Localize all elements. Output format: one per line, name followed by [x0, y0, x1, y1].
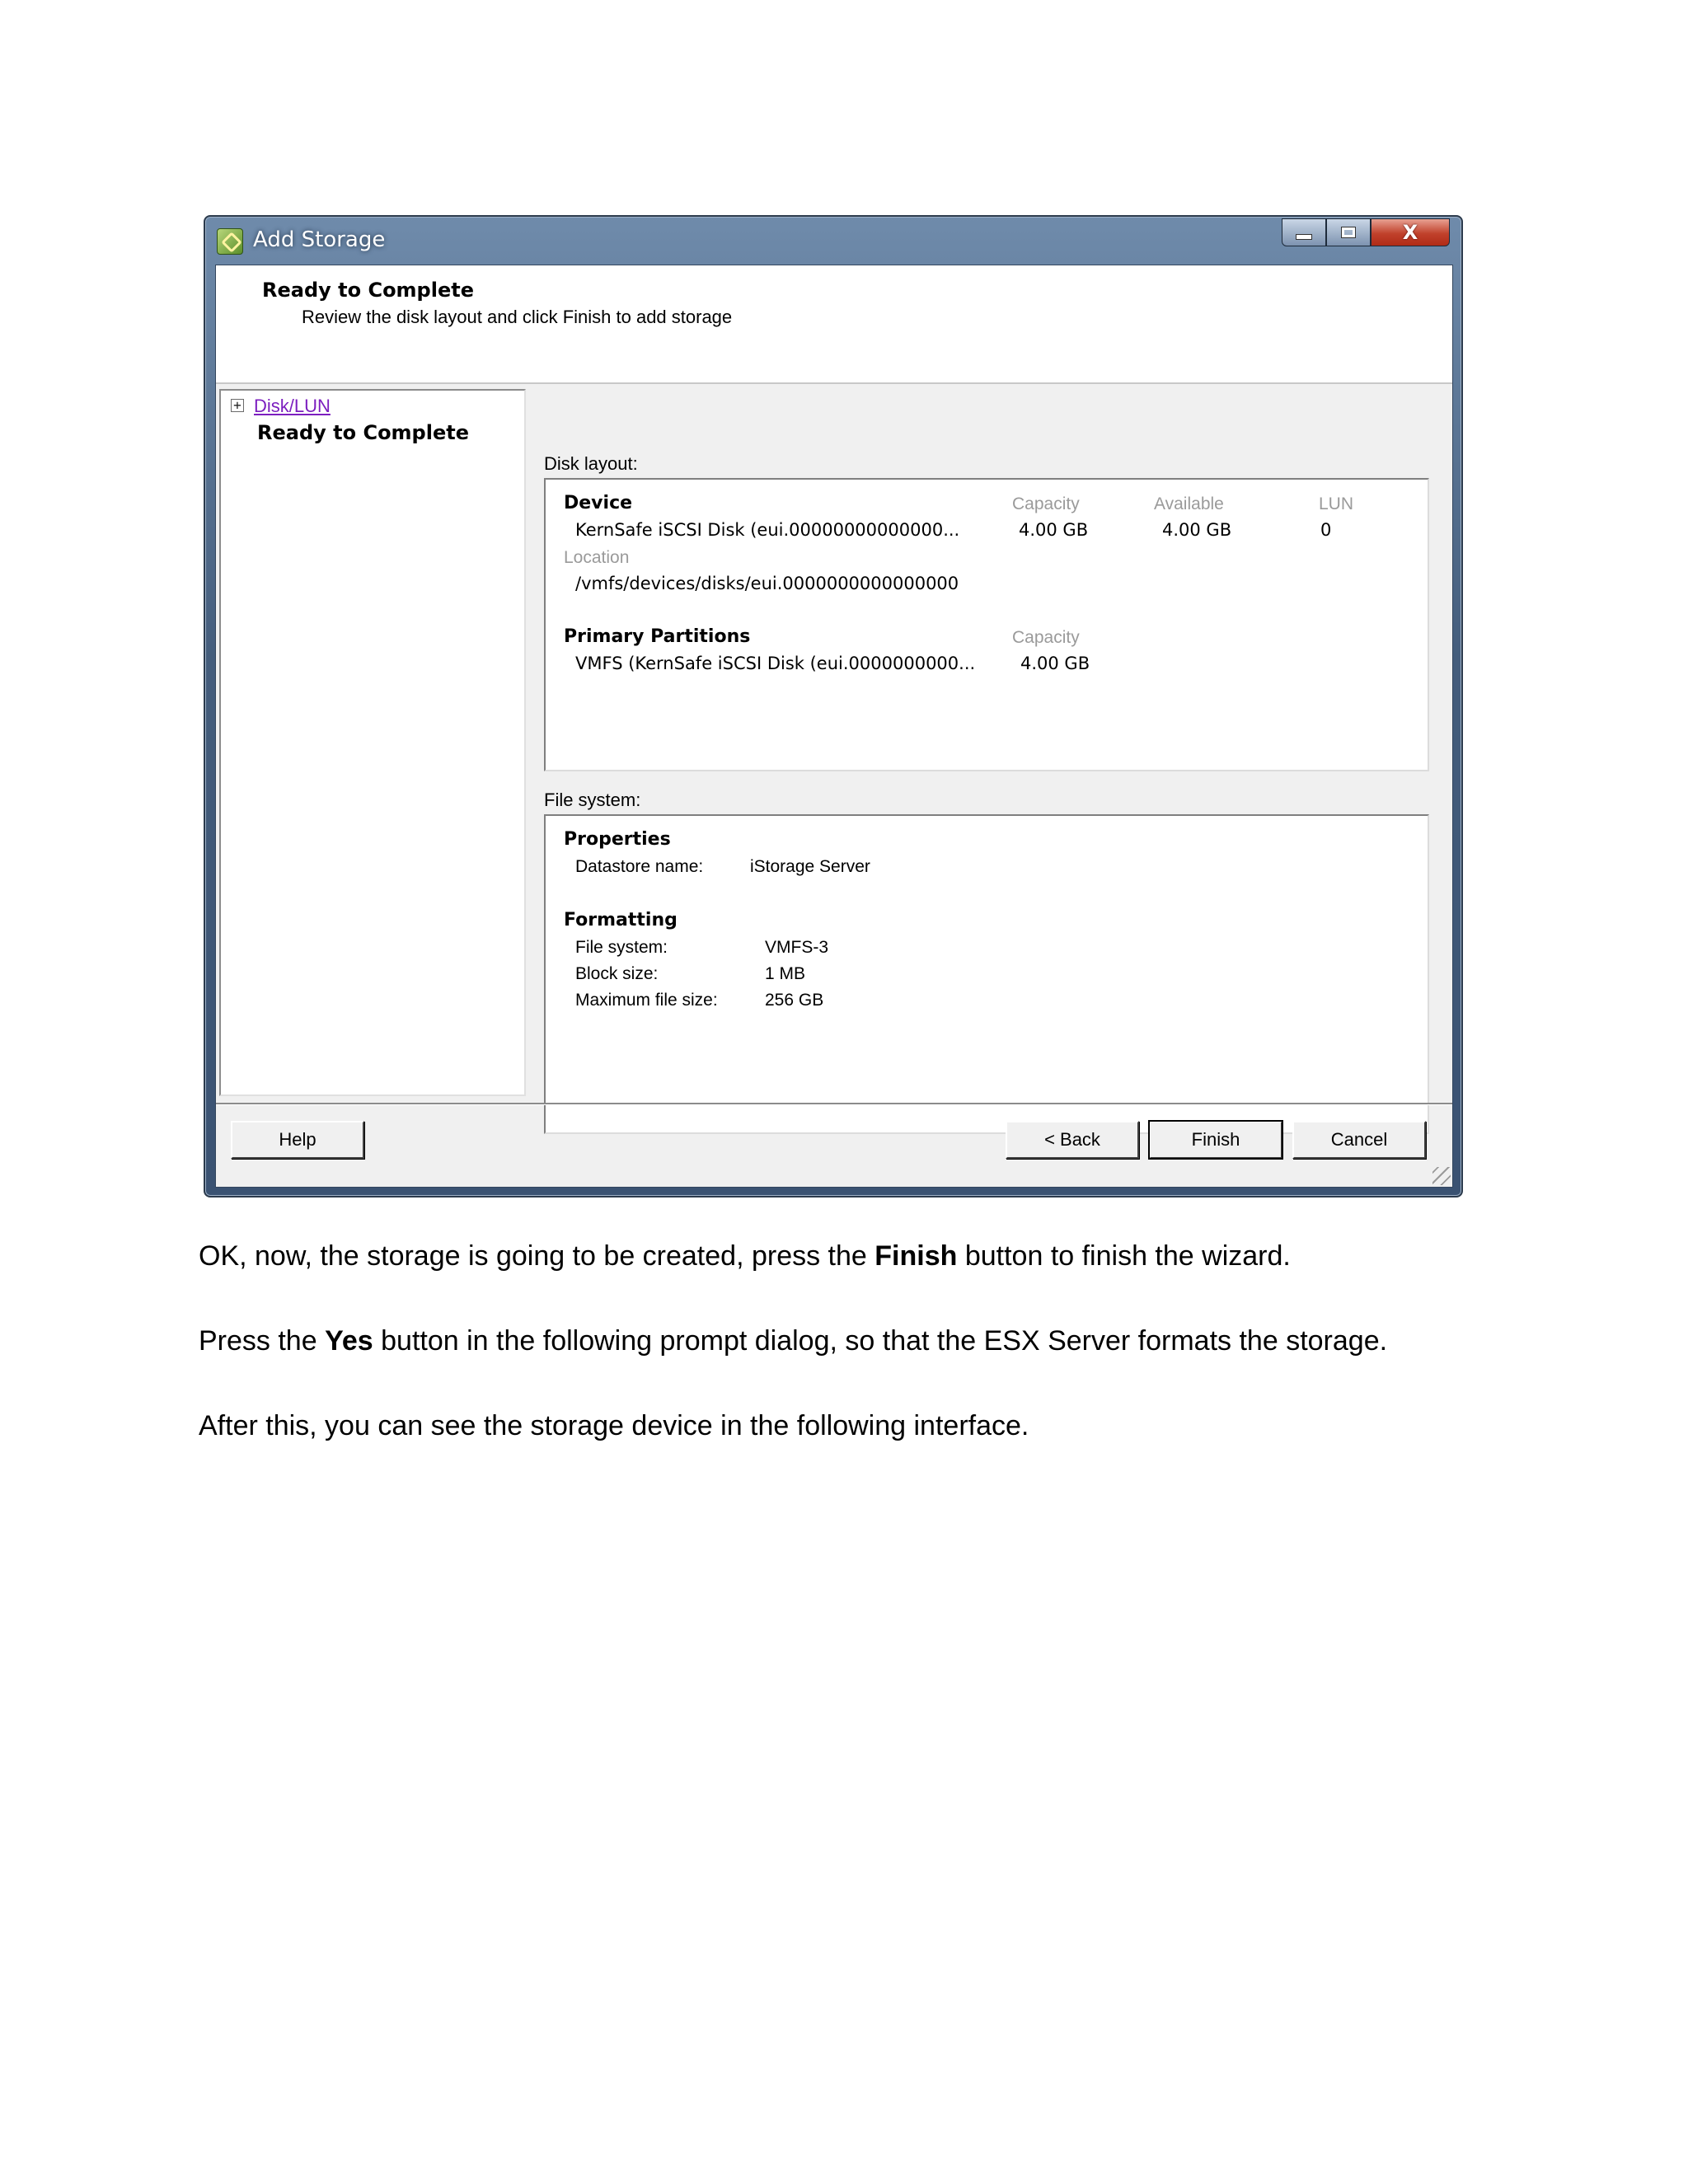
wizard-header: Ready to Complete Review the disk layout…	[216, 265, 1452, 384]
window-title: Add Storage	[253, 227, 386, 252]
wizard-step-nav: + Disk/LUN Ready to Complete	[219, 389, 526, 1096]
properties-heading: Properties	[564, 829, 671, 850]
lun-heading: LUN	[1319, 494, 1354, 513]
cancel-button[interactable]: Cancel	[1292, 1121, 1426, 1159]
partition-capacity-heading: Capacity	[1012, 628, 1080, 647]
device-heading: Device	[564, 493, 633, 513]
capacity-heading: Capacity	[1012, 494, 1080, 513]
disk-layout-box: Device Capacity Available LUN KernSafe i…	[544, 478, 1429, 771]
device-name: KernSafe iSCSI Disk (eui.00000000000000.…	[575, 520, 960, 540]
datastore-name-label: Datastore name:	[575, 857, 704, 876]
location-heading: Location	[564, 548, 630, 567]
device-capacity: 4.00 GB	[1019, 520, 1089, 540]
paragraph-after-this: After this, you can see the storage devi…	[199, 1410, 1029, 1441]
primary-partitions-heading: Primary Partitions	[564, 626, 751, 647]
add-storage-dialog: Add Storage X Ready to Complete Review t…	[204, 215, 1463, 1197]
partition-capacity: 4.00 GB	[1020, 654, 1090, 673]
back-button[interactable]: < Back	[1006, 1121, 1139, 1159]
footer-divider	[216, 1103, 1452, 1105]
block-size-label: Block size:	[575, 964, 659, 983]
max-file-size-label: Maximum file size:	[575, 991, 718, 1010]
maximize-icon	[1341, 227, 1356, 238]
datastore-name-value: iStorage Server	[750, 857, 870, 876]
device-available: 4.00 GB	[1162, 520, 1232, 540]
disk-layout-label: Disk layout:	[544, 453, 638, 474]
yes-bold-text: Yes	[325, 1325, 373, 1357]
partition-name: VMFS (KernSafe iSCSI Disk (eui.000000000…	[575, 654, 976, 673]
maximize-button[interactable]	[1326, 218, 1371, 246]
dialog-client-area: Ready to Complete Review the disk layout…	[215, 265, 1453, 1188]
file-system-label: File system:	[544, 790, 641, 810]
finish-button[interactable]: Finish	[1148, 1120, 1283, 1160]
close-icon: X	[1402, 221, 1418, 244]
nav-step-ready-to-complete: Ready to Complete	[257, 421, 469, 444]
minimize-icon	[1296, 233, 1312, 240]
available-heading: Available	[1154, 494, 1224, 513]
expand-plus-icon[interactable]: +	[231, 399, 244, 412]
step-subtitle: Review the disk layout and click Finish …	[302, 307, 733, 327]
fs-type-value: VMFS-3	[765, 938, 829, 957]
device-location: /vmfs/devices/disks/eui.0000000000000000	[575, 574, 959, 593]
file-system-box: Properties Datastore name: iStorage Serv…	[544, 814, 1429, 1134]
formatting-heading: Formatting	[564, 910, 678, 930]
step-title: Ready to Complete	[262, 279, 474, 302]
close-button[interactable]: X	[1371, 218, 1450, 246]
paragraph-finish-instruction: OK, now, the storage is going to be crea…	[199, 1240, 1291, 1272]
nav-step-disk-lun[interactable]: Disk/LUN	[254, 396, 331, 417]
add-storage-icon	[217, 228, 243, 255]
resize-grip-icon[interactable]	[1432, 1167, 1451, 1185]
fs-type-label: File system:	[575, 938, 668, 957]
help-button[interactable]: Help	[231, 1121, 364, 1159]
title-bar[interactable]: Add Storage X	[205, 217, 1461, 266]
block-size-value: 1 MB	[765, 964, 806, 983]
paragraph-yes-instruction: Press the Yes button in the following pr…	[199, 1325, 1388, 1357]
finish-bold-text: Finish	[874, 1240, 958, 1272]
minimize-button[interactable]	[1282, 218, 1326, 246]
max-file-size-value: 256 GB	[765, 991, 824, 1010]
device-lun: 0	[1320, 520, 1332, 540]
